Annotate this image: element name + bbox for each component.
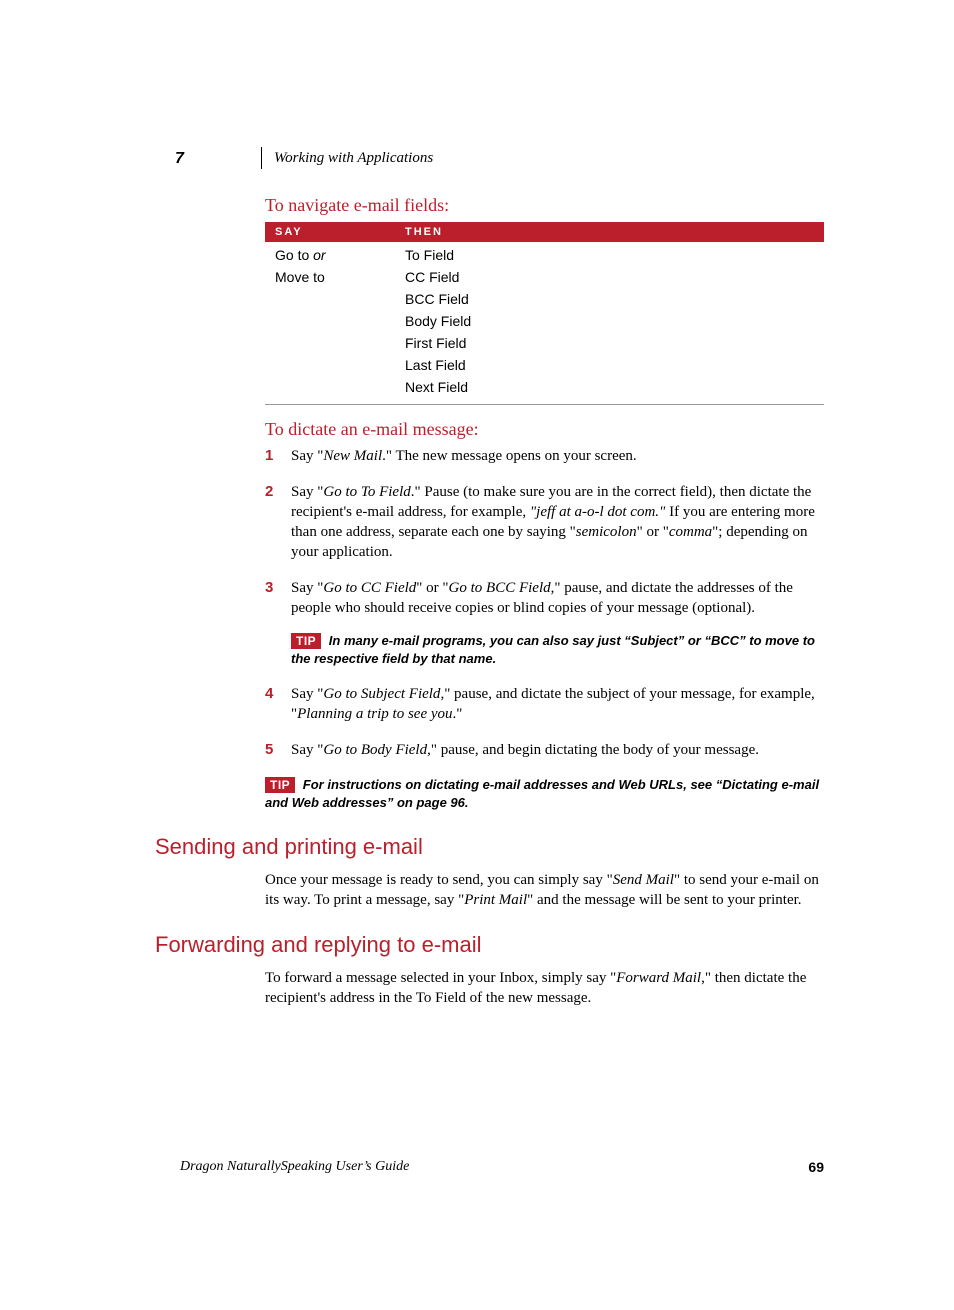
footer-page-number: 69: [808, 1159, 824, 1175]
step-3: Say "Go to CC Field" or "Go to BCC Field…: [265, 578, 824, 668]
section-sending-printing: Sending and printing e-mail: [155, 834, 824, 860]
command-table: SAY THEN Go to or Move to To Field CC Fi…: [265, 222, 824, 405]
table-cell-then: To Field CC Field BCC Field Body Field F…: [395, 242, 824, 405]
footer-guide-title: Dragon NaturallySpeaking User’s Guide: [180, 1159, 409, 1175]
page-footer: Dragon NaturallySpeaking User’s Guide 69: [180, 1159, 824, 1175]
table-cell-say: Go to or Move to: [265, 242, 395, 405]
subsection-dictate-message: To dictate an e-mail message:: [265, 419, 824, 440]
step-4: Say "Go to Subject Field," pause, and di…: [265, 684, 824, 724]
step-2: Say "Go to To Field." Pause (to make sur…: [265, 482, 824, 562]
step-5: Say "Go to Body Field," pause, and begin…: [265, 740, 824, 760]
page: 7 Working with Applications To navigate …: [0, 0, 954, 1310]
chapter-number: 7: [175, 150, 184, 168]
running-header: Working with Applications: [261, 147, 433, 169]
tip-1: TIP In many e-mail programs, you can als…: [291, 632, 824, 668]
table-header-then: THEN: [395, 222, 824, 242]
main-content: To navigate e-mail fields: SAY THEN Go t…: [265, 195, 824, 1008]
section-forwarding-replying: Forwarding and replying to e-mail: [155, 932, 824, 958]
para-forwarding: To forward a message selected in your In…: [265, 968, 824, 1008]
para-sending: Once your message is ready to send, you …: [265, 870, 824, 910]
table-header-say: SAY: [265, 222, 395, 242]
subsection-navigate-fields: To navigate e-mail fields:: [265, 195, 824, 216]
steps-list: Say "New Mail." The new message opens on…: [265, 446, 824, 760]
step-1: Say "New Mail." The new message opens on…: [265, 446, 824, 466]
tip-2: TIP For instructions on dictating e-mail…: [265, 776, 824, 812]
